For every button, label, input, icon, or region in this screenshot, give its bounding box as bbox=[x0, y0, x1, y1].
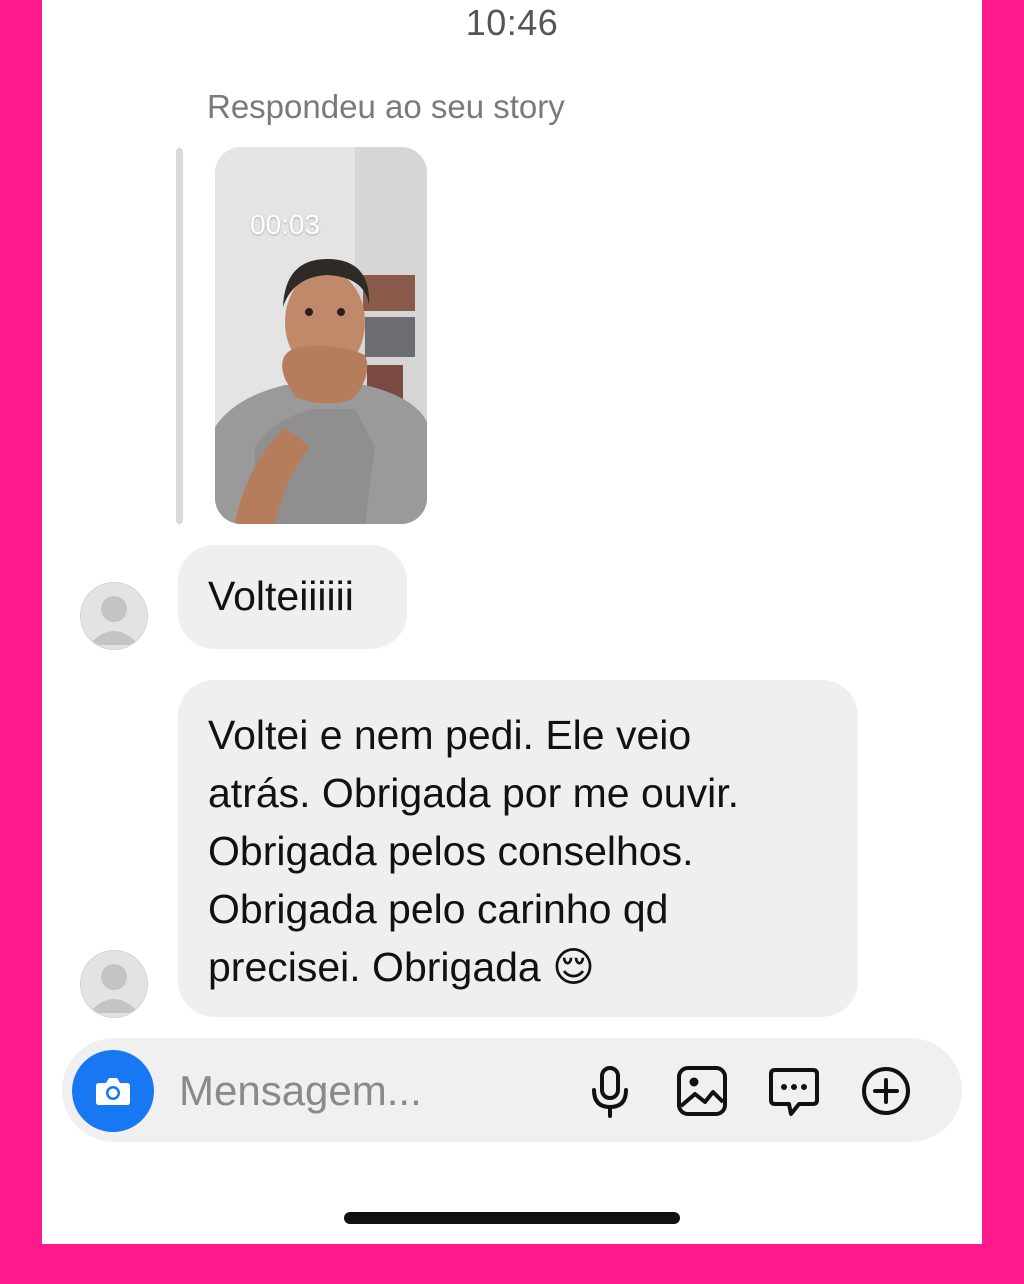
message-input[interactable] bbox=[177, 1060, 561, 1122]
message-line: precisei. Obrigada 😌 bbox=[208, 944, 595, 990]
message-line: atrás. Obrigada por me ouvir. bbox=[208, 770, 739, 816]
camera-icon bbox=[96, 1078, 130, 1105]
story-reply-caption: Respondeu ao seu story bbox=[207, 88, 565, 125]
reply-indicator-bar bbox=[176, 148, 183, 524]
message-bubble[interactable]: Volteiiiiii bbox=[178, 545, 407, 649]
user-placeholder-icon bbox=[89, 596, 139, 645]
story-photo bbox=[215, 147, 427, 524]
message-bubble[interactable]: Voltei e nem pedi. Ele veio atrás. Obrig… bbox=[178, 680, 858, 1017]
microphone-icon[interactable] bbox=[581, 1062, 639, 1120]
timestamp: 10:46 bbox=[465, 2, 559, 43]
message-line: Obrigada pelo carinho qd bbox=[208, 886, 669, 932]
message-text: Volteiiiiii bbox=[208, 573, 354, 619]
avatar[interactable] bbox=[80, 950, 148, 1018]
message-line: Obrigada pelos conselhos. bbox=[208, 828, 694, 874]
video-duration: 00:03 bbox=[250, 209, 321, 240]
message-composer bbox=[62, 1038, 962, 1142]
message-line: Voltei e nem pedi. Ele veio bbox=[208, 712, 692, 758]
camera-button[interactable] bbox=[72, 1050, 154, 1132]
sticker-icon[interactable] bbox=[765, 1062, 823, 1120]
plus-icon[interactable] bbox=[857, 1062, 915, 1120]
avatar[interactable] bbox=[80, 582, 148, 650]
story-thumbnail[interactable]: 00:03 bbox=[215, 147, 427, 524]
home-indicator[interactable] bbox=[344, 1212, 680, 1224]
user-placeholder-icon bbox=[89, 964, 139, 1013]
gallery-icon[interactable] bbox=[673, 1062, 731, 1120]
chat-screen: 10:46 Respondeu ao seu story 00:03 Volte… bbox=[42, 0, 982, 1244]
